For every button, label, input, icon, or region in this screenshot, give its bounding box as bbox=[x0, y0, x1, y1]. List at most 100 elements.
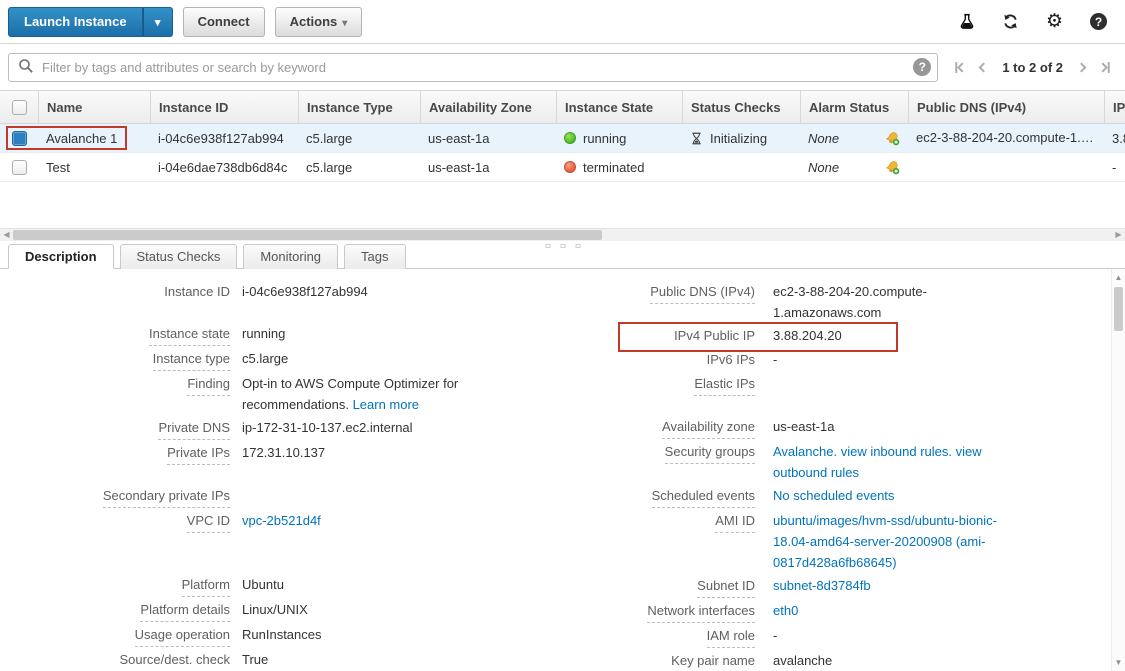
tab[interactable]: Tags bbox=[344, 244, 405, 269]
hourglass-icon bbox=[690, 132, 703, 145]
field-label: Usage operation bbox=[135, 624, 230, 647]
connect-button[interactable]: Connect bbox=[183, 7, 265, 37]
cell-public-ip: 3.88.204.20 bbox=[1104, 124, 1125, 152]
tab[interactable]: Monitoring bbox=[243, 244, 338, 269]
field-label: Security groups bbox=[665, 441, 755, 464]
column-header[interactable]: Instance Type bbox=[298, 91, 420, 123]
column-header[interactable]: Public DNS (IPv4) bbox=[908, 91, 1104, 123]
field-value[interactable]: subnet-8d3784fb bbox=[773, 578, 871, 593]
refresh-icon[interactable] bbox=[1002, 11, 1019, 33]
field-label: Private IPs bbox=[167, 442, 230, 465]
table-body: Avalanche 1 i-04c6e938f127ab994 c5.large… bbox=[0, 124, 1125, 182]
launch-instance-split-button: Launch Instance ▾ bbox=[8, 7, 173, 37]
field-label: IPv6 IPs bbox=[707, 349, 755, 371]
horizontal-scrollbar-thumb[interactable] bbox=[13, 230, 602, 240]
scroll-right-arrow-icon[interactable]: ▶ bbox=[1112, 229, 1125, 241]
select-all-checkbox[interactable] bbox=[12, 100, 27, 115]
field-value[interactable]: vpc-2b521d4f bbox=[242, 513, 321, 528]
field-value[interactable]: eth0 bbox=[773, 603, 798, 618]
column-header[interactable]: Status Checks bbox=[682, 91, 800, 123]
field-label: Platform bbox=[182, 574, 230, 597]
filter-input[interactable] bbox=[42, 60, 913, 75]
cell-availability-zone: us-east-1a bbox=[420, 153, 556, 181]
description-field: Instance state running bbox=[0, 323, 560, 346]
create-alarm-bell-icon[interactable] bbox=[885, 131, 900, 146]
vertical-scrollbar[interactable]: ▲ ▼ bbox=[1111, 269, 1125, 671]
actions-button-label: Actions bbox=[290, 14, 338, 29]
scroll-down-arrow-icon[interactable]: ▼ bbox=[1112, 656, 1125, 669]
field-value: - bbox=[773, 352, 777, 367]
cell-alarm-status: None bbox=[800, 153, 908, 181]
field-value: ip-172-31-10-137.ec2.internal bbox=[242, 420, 413, 435]
last-page-button[interactable] bbox=[1100, 61, 1111, 74]
cell-name: Test bbox=[38, 153, 150, 181]
cell-instance-state: terminated bbox=[556, 153, 682, 181]
field-value[interactable]: ubuntu/images/hvm-ssd/ubuntu-bionic-18.0… bbox=[773, 513, 997, 570]
toolbar-icons: ⚙ ? bbox=[959, 11, 1113, 33]
state-dot-icon bbox=[564, 132, 576, 144]
column-header[interactable]: Instance State bbox=[556, 91, 682, 123]
field-label: Elastic IPs bbox=[694, 373, 755, 396]
column-header[interactable]: Availability Zone bbox=[420, 91, 556, 123]
field-value[interactable]: No scheduled events bbox=[773, 488, 894, 503]
instance-row[interactable]: Avalanche 1 i-04c6e938f127ab994 c5.large… bbox=[0, 124, 1125, 153]
table-empty-area bbox=[0, 182, 1125, 228]
field-label: Platform details bbox=[140, 599, 230, 622]
filter-search-box: ? bbox=[8, 53, 938, 82]
first-page-button[interactable] bbox=[954, 61, 965, 74]
scroll-left-arrow-icon[interactable]: ◀ bbox=[0, 229, 13, 241]
vertical-scrollbar-thumb[interactable] bbox=[1114, 287, 1123, 331]
scroll-up-arrow-icon[interactable]: ▲ bbox=[1112, 271, 1125, 284]
panel-resize-handle[interactable] bbox=[545, 244, 580, 248]
actions-button[interactable]: Actions▾ bbox=[275, 7, 363, 37]
field-value: running bbox=[242, 326, 285, 341]
description-field: Private IPs 172.31.10.137 bbox=[0, 442, 560, 465]
field-label: Key pair name bbox=[671, 650, 755, 671]
help-icon[interactable]: ? bbox=[1090, 11, 1107, 33]
cell-instance-type: c5.large bbox=[298, 153, 420, 181]
cell-status-checks: Initializing bbox=[682, 124, 800, 152]
row-checkbox[interactable] bbox=[12, 160, 27, 175]
cell-public-dns: ec2-3-88-204-20.compute-1.amazonaws.com bbox=[908, 124, 1104, 152]
description-field: IAM role - bbox=[560, 625, 1100, 648]
launch-instance-button[interactable]: Launch Instance bbox=[8, 7, 143, 37]
field-value: Opt-in to AWS Compute Optimizer for reco… bbox=[242, 376, 458, 412]
toolbar: Launch Instance ▾ Connect Actions▾ ⚙ ? bbox=[0, 0, 1125, 44]
field-label: Scheduled events bbox=[652, 485, 755, 508]
field-label: Instance state bbox=[149, 323, 230, 346]
field-label: Network interfaces bbox=[647, 600, 755, 623]
column-header[interactable]: Alarm Status bbox=[800, 91, 908, 123]
launch-instance-dropdown-button[interactable]: ▾ bbox=[143, 7, 173, 37]
settings-gear-icon[interactable]: ⚙ bbox=[1046, 11, 1063, 33]
cell-public-dns bbox=[908, 153, 1104, 181]
row-checkbox[interactable] bbox=[12, 131, 27, 146]
next-page-button[interactable] bbox=[1079, 61, 1088, 74]
create-alarm-bell-icon[interactable] bbox=[885, 160, 900, 175]
description-field: AMI ID ubuntu/images/hvm-ssd/ubuntu-bion… bbox=[560, 510, 1100, 573]
instances-table: Name Instance ID Instance Type A bbox=[0, 90, 1125, 228]
horizontal-scrollbar[interactable]: ◀ ▶ bbox=[0, 228, 1125, 241]
description-field: Instance ID i-04c6e938f127ab994 bbox=[0, 281, 560, 303]
field-value: Linux/UNIX bbox=[242, 602, 308, 617]
cell-public-ip: - bbox=[1104, 153, 1125, 181]
field-label: Private DNS bbox=[158, 417, 230, 440]
column-header[interactable]: IPv4 Public IP bbox=[1104, 91, 1125, 123]
column-header[interactable]: Instance ID bbox=[150, 91, 298, 123]
search-icon bbox=[18, 58, 34, 77]
description-field: VPC ID vpc-2b521d4f bbox=[0, 510, 560, 533]
previous-page-button[interactable] bbox=[977, 61, 986, 74]
cell-alarm-status: None bbox=[800, 124, 908, 152]
tab[interactable]: Status Checks bbox=[120, 244, 238, 269]
description-right-column: Public DNS (IPv4) ec2-3-88-204-20.comput… bbox=[560, 281, 1100, 671]
field-value[interactable]: Avalanche. view inbound rules. view outb… bbox=[773, 444, 982, 480]
field-value: True bbox=[242, 652, 268, 667]
field-value: - bbox=[773, 628, 777, 643]
field-value-link[interactable]: Learn more bbox=[353, 397, 419, 412]
experiments-beaker-icon[interactable] bbox=[959, 11, 975, 33]
column-header[interactable]: Name bbox=[38, 91, 150, 123]
instance-row[interactable]: Test i-04e6dae738db6d84c c5.large us-eas… bbox=[0, 153, 1125, 182]
field-value: us-east-1a bbox=[773, 419, 834, 434]
field-value: 3.88.204.20 bbox=[773, 328, 842, 343]
tab[interactable]: Description bbox=[8, 244, 114, 269]
filter-help-icon[interactable]: ? bbox=[913, 58, 931, 76]
